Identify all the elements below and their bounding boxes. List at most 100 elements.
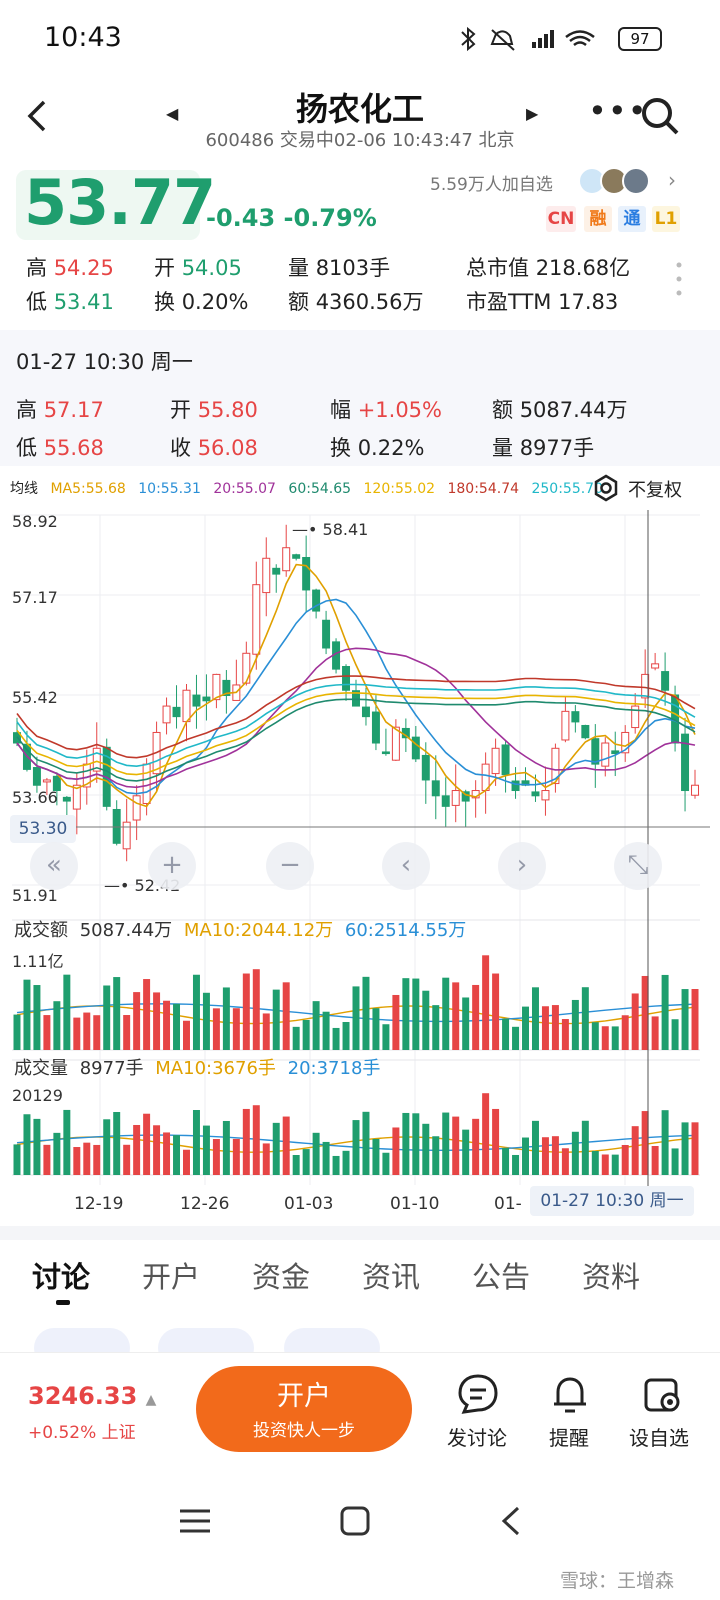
index-value[interactable]: 3246.33 ▲ [28, 1382, 156, 1410]
amount-bar [392, 994, 400, 1050]
candle-volume: 量 8977手 [492, 432, 594, 462]
amount-bar [651, 1016, 659, 1050]
volume-bar [143, 1113, 151, 1175]
amount-bars [13, 955, 699, 1050]
amount-bar [312, 1001, 320, 1050]
stat-mcap-label: 总市值 [466, 256, 529, 280]
volume-bar [222, 1120, 230, 1175]
wifi-icon [565, 30, 595, 47]
discuss-icon[interactable] [456, 1372, 500, 1416]
amount-bar [282, 982, 290, 1050]
stat-pe: 市盈TTM 17.83 [466, 286, 618, 316]
candle-amp-value: +1.05% [357, 398, 442, 422]
candle-body [202, 696, 211, 702]
x-tick-label: 01-10 [390, 1194, 440, 1214]
home-icon[interactable] [340, 1506, 370, 1540]
tab-news[interactable]: 资讯 [362, 1254, 420, 1296]
volume-bar [73, 1147, 81, 1175]
scroll-left-icon[interactable]: ‹ [382, 842, 430, 890]
candle-body [182, 689, 191, 723]
candle-body [431, 780, 440, 797]
volume-bar [322, 1141, 330, 1175]
watcher-avatars[interactable] [578, 166, 662, 196]
stat-volume-label: 量 [288, 256, 309, 280]
remind-button[interactable]: 提醒 [524, 1422, 614, 1451]
candle-body [381, 751, 390, 755]
scroll-right-icon[interactable]: › [498, 842, 546, 890]
zoom-out-icon[interactable]: − [266, 842, 314, 890]
stat-turnover: 换 0.20% [154, 286, 248, 316]
volume-bar [103, 1119, 111, 1175]
amount-bar [382, 1024, 390, 1050]
menu-icon[interactable] [180, 1508, 210, 1538]
tab-open-account[interactable]: 开户 [142, 1254, 200, 1296]
volume-bar [432, 1136, 440, 1175]
more-icon[interactable]: ••• [588, 92, 648, 130]
kline-chart[interactable] [0, 505, 720, 1225]
amount-bar [63, 974, 71, 1050]
stat-high: 高 54.25 [26, 252, 114, 282]
stat-low: 低 53.41 [26, 286, 114, 316]
amount-bar [242, 973, 250, 1050]
volume-bar [192, 1110, 200, 1175]
stat-market-cap: 总市值 218.68亿 [466, 252, 630, 282]
candle-body [391, 726, 400, 761]
amount-bar [432, 1005, 440, 1050]
expand-dots-icon[interactable] [676, 262, 682, 300]
tab-profile[interactable]: 资料 [582, 1254, 640, 1296]
amount-bar [621, 1015, 629, 1050]
open-account-button[interactable]: 开户 投资快人一步 [196, 1366, 412, 1452]
amount-bar [502, 1018, 510, 1050]
amount-bar [222, 987, 230, 1050]
tab-announcements[interactable]: 公告 [472, 1254, 530, 1296]
candle-close-value: 56.08 [197, 436, 258, 460]
section-divider [0, 1226, 720, 1240]
volume-bar [581, 1120, 589, 1175]
chevron-right-icon[interactable]: › [668, 168, 676, 192]
amount-bar [33, 985, 41, 1050]
adjust-toggle[interactable]: 不复权 [628, 476, 682, 502]
candle-body [162, 705, 171, 724]
amount-bar [442, 977, 450, 1050]
stat-amount: 额 4360.56万 [288, 286, 424, 316]
high-marker-value: 58.41 [322, 520, 369, 539]
candle-high-label: 高 [16, 398, 37, 422]
amount-bar [183, 1020, 190, 1050]
stat-open-value: 54.05 [181, 256, 242, 280]
amount-bar [83, 1012, 91, 1050]
settings-icon[interactable] [592, 474, 620, 502]
candle-close-label: 收 [170, 436, 191, 460]
add-watchlist-icon[interactable] [640, 1372, 684, 1416]
x-tick-label: 12-19 [74, 1194, 124, 1214]
amount-bar [671, 1019, 679, 1050]
mute-icon [490, 29, 515, 51]
watchers-count[interactable]: 5.59万人加自选 [430, 170, 553, 195]
zoom-in-icon[interactable]: + [148, 842, 196, 890]
amount-bar [113, 977, 121, 1050]
volume-bar [13, 1144, 21, 1175]
amount-panel-ma10: MA10:2044.12万 [183, 920, 334, 941]
ma180-value: 180:54.74 [447, 481, 520, 497]
amount-bar [133, 992, 141, 1050]
next-stock-icon[interactable]: ▶ [526, 104, 538, 123]
candle-body [531, 791, 540, 797]
discuss-button[interactable]: 发讨论 [432, 1422, 522, 1451]
amount-panel-value: 5087.44万 [79, 920, 173, 941]
volume-bars [13, 1093, 699, 1175]
tab-funds[interactable]: 资金 [252, 1254, 310, 1296]
stat-open: 开 54.05 [154, 252, 242, 282]
y-tick-label: 57.17 [12, 588, 58, 607]
stat-open-label: 开 [154, 256, 175, 280]
fullscreen-icon[interactable]: ⤡ [614, 842, 662, 890]
amount-panel-label: 成交额 [14, 920, 68, 941]
tab-discussion[interactable]: 讨论 [32, 1254, 90, 1296]
candle-open-value: 55.80 [197, 398, 258, 422]
bell-icon[interactable] [548, 1372, 592, 1416]
add-watchlist-button[interactable]: 设自选 [614, 1422, 704, 1451]
back-nav-icon[interactable] [500, 1506, 522, 1540]
amount-bar [13, 1014, 21, 1050]
badge-l1: L1 [652, 206, 680, 232]
candle-body [62, 796, 71, 802]
scroll-left-fast-icon[interactable]: « [30, 842, 78, 890]
search-icon[interactable] [640, 96, 679, 135]
